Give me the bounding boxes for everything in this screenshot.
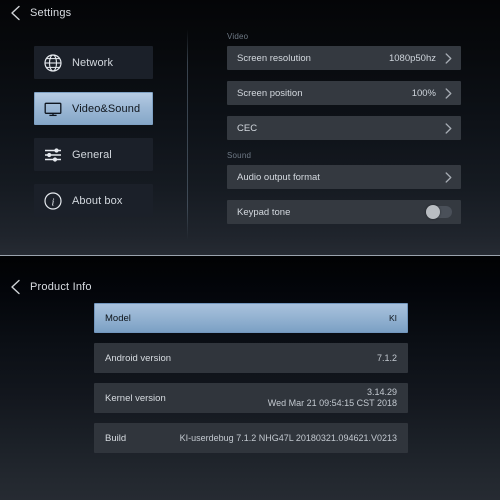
option-row-audio-output-format[interactable]: Audio output format (227, 165, 461, 189)
info-label: Model (105, 312, 131, 324)
keypad-tone-toggle[interactable] (426, 205, 452, 219)
svg-text:i: i (52, 197, 55, 208)
option-row-cec[interactable]: CEC (227, 116, 461, 140)
option-label: Keypad tone (237, 206, 291, 218)
back-chevron-icon[interactable] (10, 279, 21, 295)
info-value: KI-userdebug 7.1.2 NHG47L 20180321.09462… (179, 432, 397, 443)
table-row[interactable]: Android version 7.1.2 (94, 343, 408, 373)
option-label: CEC (237, 122, 258, 134)
info-value: KI (388, 312, 397, 323)
info-value: 7.1.2 (376, 352, 397, 363)
settings-sidebar: Network Video&Sound General i About box (34, 46, 153, 230)
settings-vertical-divider (187, 29, 188, 240)
chevron-right-icon (445, 122, 452, 134)
info-label: Android version (105, 352, 172, 364)
option-value: 1080p50hz (388, 52, 436, 64)
globe-icon (43, 53, 63, 73)
page-title: Settings (30, 7, 72, 19)
info-label: Kernel version (105, 392, 166, 404)
chevron-right-icon (445, 87, 452, 99)
option-value: 100% (411, 87, 436, 99)
tv-settings-screen: Settings Network Video&Sound General i A… (0, 0, 500, 500)
sidebar-item-about-box[interactable]: i About box (34, 184, 153, 217)
sidebar-item-general[interactable]: General (34, 138, 153, 171)
chevron-right-icon (445, 52, 452, 64)
back-chevron-icon[interactable] (10, 5, 21, 21)
option-label: Screen resolution (237, 52, 311, 64)
monitor-icon (43, 99, 63, 119)
product-info-list: Model KI Android version 7.1.2 Kernel ve… (94, 303, 408, 463)
option-label: Audio output format (237, 171, 320, 183)
info-value: 3.14.29 Wed Mar 21 09:54:15 CST 2018 (267, 387, 397, 408)
settings-titlebar: Settings (0, 0, 500, 26)
sidebar-item-label: About box (72, 194, 123, 207)
settings-options-list: Video Screen resolution 1080p50hz Screen… (227, 32, 461, 235)
sidebar-item-label: General (72, 148, 112, 161)
option-row-screen-resolution[interactable]: Screen resolution 1080p50hz (227, 46, 461, 70)
group-label-video: Video (227, 32, 249, 41)
info-label: Build (105, 432, 127, 444)
table-row[interactable]: Kernel version 3.14.29 Wed Mar 21 09:54:… (94, 383, 408, 413)
settings-panel: Settings Network Video&Sound General i A… (0, 0, 500, 256)
option-label: Screen position (237, 87, 303, 99)
sidebar-item-label: Video&Sound (72, 102, 141, 115)
page-title: Product Info (30, 281, 92, 293)
table-row[interactable]: Build KI-userdebug 7.1.2 NHG47L 20180321… (94, 423, 408, 453)
product-info-titlebar: Product Info (0, 274, 500, 300)
toggle-knob (426, 205, 440, 219)
sidebar-item-video-and-sound[interactable]: Video&Sound (34, 92, 153, 125)
sidebar-item-network[interactable]: Network (34, 46, 153, 79)
chevron-right-icon (445, 171, 452, 183)
sliders-icon (43, 145, 63, 165)
option-row-keypad-tone[interactable]: Keypad tone (227, 200, 461, 224)
info-icon: i (43, 191, 63, 211)
sidebar-item-label: Network (72, 56, 114, 69)
group-label-sound: Sound (227, 151, 252, 160)
option-row-screen-position[interactable]: Screen position 100% (227, 81, 461, 105)
table-row[interactable]: Model KI (94, 303, 408, 333)
